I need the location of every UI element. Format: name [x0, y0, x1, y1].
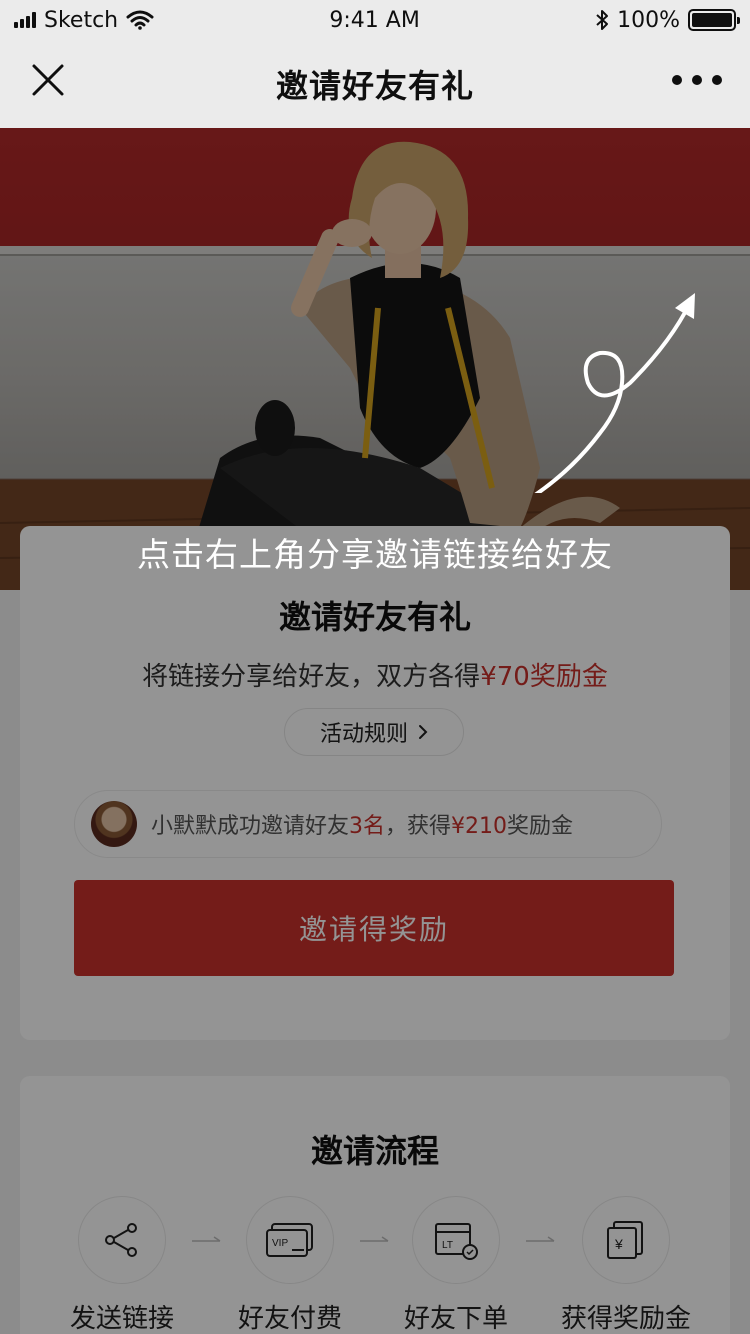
share-pointer-arrow-icon	[534, 293, 695, 493]
share-hint-text: 点击右上角分享邀请链接给好友	[137, 535, 613, 574]
nav-dim-overlay	[0, 0, 750, 128]
page: Sketch 9:41 AM 100% 邀请好友有礼 邀请好友有礼 将链接分享给…	[0, 0, 750, 1334]
share-guide-overlay[interactable]: 点击右上角分享邀请链接给好友	[0, 128, 750, 1334]
